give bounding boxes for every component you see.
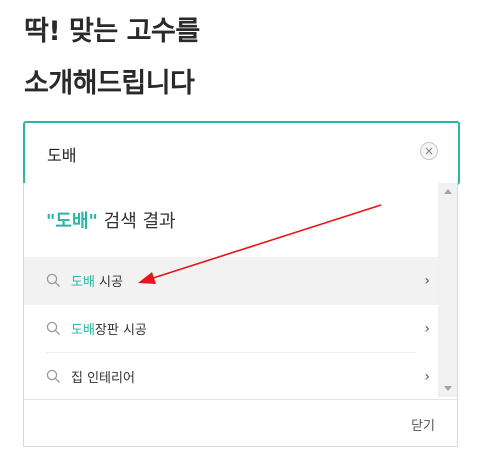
search-icon [46, 273, 60, 287]
search-icon [46, 321, 60, 335]
search-results-dropdown: "도배" 검색 결과 도배 시공 › 도배장판 시공 › 집 인테리어 › 닫기 [23, 183, 458, 447]
results-keyword: 도배 [55, 211, 89, 232]
close-icon [425, 147, 433, 155]
chevron-right-icon: › [424, 369, 430, 385]
headline-line-2: 소개해드립니다 [24, 68, 195, 99]
search-input-value[interactable]: 도배 [47, 142, 76, 166]
chevron-right-icon: › [424, 273, 430, 289]
search-icon [46, 369, 60, 383]
close-dropdown-button[interactable]: 닫기 [411, 415, 435, 434]
result-item-label: 집 인테리어 [71, 367, 135, 386]
scroll-down-arrow-icon[interactable] [444, 386, 452, 391]
result-item-rest: 시공 [94, 275, 123, 290]
clear-search-button[interactable] [420, 142, 438, 160]
result-item-jip-interior[interactable]: 집 인테리어 › [24, 353, 438, 401]
result-item-rest: 집 인테리어 [71, 371, 135, 386]
result-item-label: 도배 시공 [71, 271, 123, 290]
results-title: "도배" 검색 결과 [46, 207, 176, 233]
results-quote-close: " [88, 211, 98, 232]
result-item-dobae-jangpan-sigong[interactable]: 도배장판 시공 › [24, 305, 438, 353]
result-item-highlight: 도배 [71, 275, 95, 290]
scroll-up-arrow-icon[interactable] [444, 189, 452, 194]
search-input[interactable]: 도배 [23, 121, 460, 185]
footer-divider [24, 399, 457, 400]
result-item-highlight: 도배 [71, 323, 95, 338]
results-list: 도배 시공 › 도배장판 시공 › 집 인테리어 › [24, 257, 438, 401]
headline-line-1: 딱! 맞는 고수를 [24, 16, 200, 47]
chevron-right-icon: › [424, 321, 430, 337]
results-scrollbar[interactable] [438, 183, 457, 397]
page: 딱! 맞는 고수를 소개해드립니다 도배 "도배" 검색 결과 도배 시공 › [0, 0, 481, 464]
result-item-dobae-sigong[interactable]: 도배 시공 › [24, 257, 438, 305]
result-item-rest: 장판 시공 [94, 323, 147, 338]
results-title-suffix: 검색 결과 [97, 211, 176, 232]
results-quote-open: " [46, 211, 56, 232]
page-headline: 딱! 맞는 고수를 소개해드립니다 [24, 6, 200, 110]
result-item-label: 도배장판 시공 [71, 319, 147, 338]
